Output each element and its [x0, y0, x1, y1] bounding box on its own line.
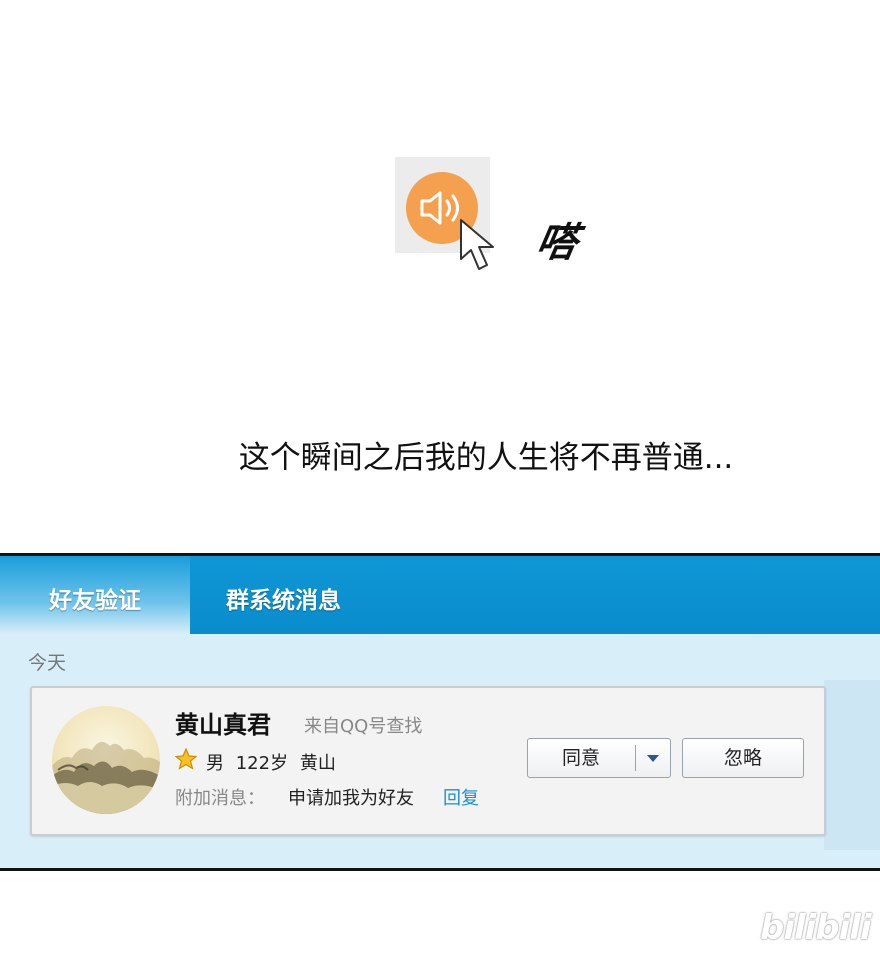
comic-caption: 这个瞬间之后我的人生将不再普通...: [238, 440, 734, 476]
avatar[interactable]: [52, 706, 160, 814]
attached-message-text: 申请加我为好友: [288, 788, 414, 809]
tab-friend-verification[interactable]: 好友验证: [0, 556, 190, 634]
chevron-down-icon[interactable]: [636, 739, 670, 777]
ignore-button[interactable]: 忽略: [682, 738, 804, 778]
age-text: 122岁: [235, 753, 289, 774]
mouse-pointer-icon: [460, 219, 494, 270]
attached-message-label: 附加消息：: [175, 788, 265, 809]
requester-name: 黄山真君: [175, 711, 271, 739]
request-source: 来自QQ号查找: [304, 716, 423, 737]
tab-bar: 好友验证 群系统消息: [0, 556, 880, 634]
date-group-label: 今天: [28, 652, 67, 674]
friend-request-card: 黄山真君 来自QQ号查找 男 122岁 黄山 附加消息： 申请加我为好友 回复 …: [30, 686, 826, 836]
agree-button-label: 同意: [561, 747, 600, 769]
agree-button[interactable]: 同意: [527, 738, 671, 778]
sound-effect-text: 嗒: [532, 219, 581, 266]
tab-group-system-messages[interactable]: 群系统消息: [226, 556, 341, 634]
location-text: 黄山: [299, 753, 336, 774]
watermark-logo: bilibili: [760, 908, 872, 948]
requester-profile-info: 男 122岁 黄山: [206, 749, 342, 775]
panel-edge: [824, 680, 880, 850]
system-message-panel: 好友验证 群系统消息 今天 黄山真君 来自QQ号查找 男 122岁 黄山 附加消…: [0, 553, 880, 871]
reply-link[interactable]: 回复: [443, 784, 479, 810]
star-level-icon: [175, 748, 197, 770]
gender-text: 男: [206, 753, 224, 774]
